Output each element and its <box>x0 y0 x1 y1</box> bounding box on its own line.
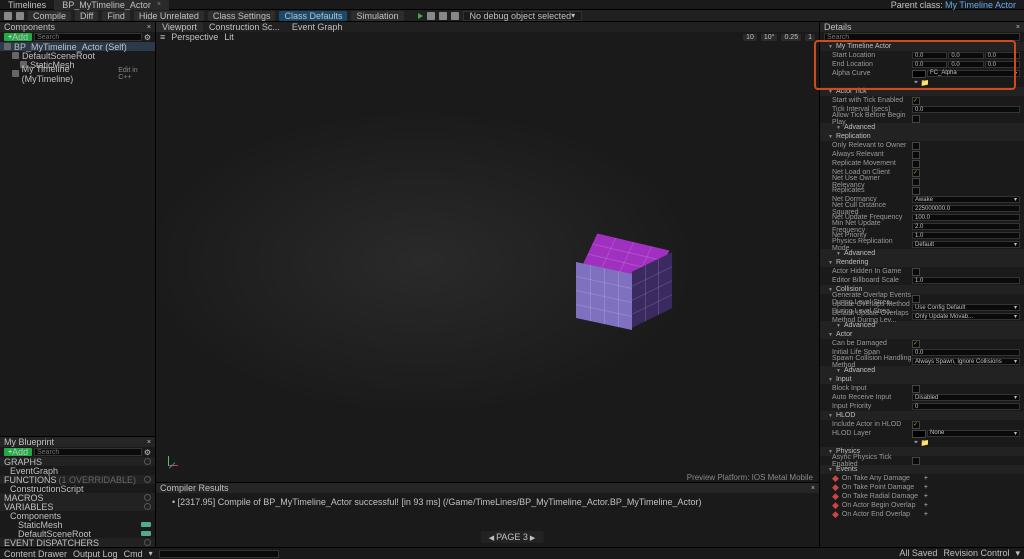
bp-search[interactable] <box>34 448 142 456</box>
class-settings-button[interactable]: Class Settings <box>208 11 276 21</box>
section-rendering[interactable]: Rendering <box>820 258 1024 267</box>
page-nav[interactable]: ◀ PAGE 3 ▶ <box>481 531 544 543</box>
preview-platform-label: Preview Platform: IOS Metal Mobile <box>687 473 813 482</box>
scale-snap[interactable]: 0.25 <box>781 34 801 41</box>
details-body: My Timeline Actor Start Location0.00.00.… <box>820 42 1024 547</box>
section-events[interactable]: Events <box>820 465 1024 474</box>
parent-class: Parent class: My Timeline Actor <box>891 0 1024 10</box>
section-advanced-col[interactable]: Advanced <box>820 321 1024 330</box>
tab-bp-actor[interactable]: BP_MyTimeline_Actor× <box>54 0 169 10</box>
check-allow-tick[interactable] <box>912 115 920 123</box>
use-icon[interactable]: ⌖ <box>912 439 920 447</box>
section-input[interactable]: Input <box>820 375 1024 384</box>
add-event-button[interactable]: + <box>922 475 930 483</box>
add-event-button[interactable]: + <box>922 493 930 501</box>
content-drawer-button[interactable]: Content Drawer <box>4 549 67 559</box>
section-actor-tick[interactable]: Actor Tick <box>820 87 1024 96</box>
section-replication[interactable]: Replication <box>820 132 1024 141</box>
compiler-message: • [2317.95] Compile of BP_MyTimeline_Act… <box>164 497 811 507</box>
event-row: ◆On Take Point Damage+ <box>820 483 1024 492</box>
tree-default-root[interactable]: DefaultSceneRoot <box>0 51 155 60</box>
gear-icon[interactable]: ⚙ <box>144 448 151 457</box>
myblueprint-header: My Blueprint× <box>0 437 155 447</box>
window-tabs: Timelines BP_MyTimeline_Actor× Parent cl… <box>0 0 1024 10</box>
prop-end-location: End Location0.00.00.0 <box>820 60 1024 69</box>
components-tree: BP_MyTimeline_Actor (Self) DefaultSceneR… <box>0 42 155 436</box>
cube-mesh <box>576 242 656 322</box>
cat-dispatchers[interactable]: EVENT DISPATCHERS <box>0 538 155 547</box>
grid-snap[interactable]: 10 <box>743 34 757 41</box>
event-row: ◆On Take Radial Damage+ <box>820 492 1024 501</box>
section-hlod[interactable]: HLOD <box>820 411 1024 420</box>
viewport-subbar: ≡ Perspective Lit 10 10° 0.25 1 <box>156 32 819 42</box>
section-advanced-actor[interactable]: Advanced <box>820 366 1024 375</box>
debug-object-select[interactable]: No debug object selected ▾ <box>463 11 583 21</box>
step-icon[interactable] <box>439 12 447 20</box>
section-my-timeline-actor[interactable]: My Timeline Actor <box>820 42 1024 51</box>
close-icon[interactable]: × <box>811 485 815 492</box>
close-icon[interactable]: × <box>147 24 151 31</box>
event-row: ◆On Actor End Overlap+ <box>820 510 1024 519</box>
output-log-button[interactable]: Output Log <box>73 549 118 559</box>
angle-snap[interactable]: 10° <box>761 34 778 41</box>
camera-speed[interactable]: 1 <box>805 34 815 41</box>
browse-icon[interactable]: 📁 <box>921 439 929 447</box>
compile-button[interactable]: Compile <box>28 11 71 21</box>
tree-timeline[interactable]: My Timeline (MyTimeline)Edit in C++ <box>0 69 155 78</box>
add-event-button[interactable]: + <box>922 484 930 492</box>
tab-event-graph[interactable]: Event Graph <box>286 22 349 32</box>
check-start-tick[interactable] <box>912 97 920 105</box>
cmd-input[interactable] <box>159 550 279 558</box>
compiler-header: Compiler Results× <box>156 483 819 493</box>
class-defaults-button[interactable]: Class Defaults <box>279 11 347 21</box>
lit-dropdown[interactable]: Lit <box>224 32 234 42</box>
pause-icon[interactable] <box>427 12 435 20</box>
section-actor[interactable]: Actor <box>820 330 1024 339</box>
revision-control-button[interactable]: Revision Control <box>943 548 1009 559</box>
cmd-button[interactable]: Cmd <box>124 549 143 559</box>
browse-icon[interactable]: 📁 <box>921 79 929 87</box>
bottom-bar: Content Drawer Output Log Cmd ▾ All Save… <box>0 547 1024 559</box>
simulation-button[interactable]: Simulation <box>351 11 403 21</box>
details-header: Details× <box>820 22 1024 32</box>
all-saved-label: All Saved <box>899 548 937 559</box>
add-component-button[interactable]: + Add <box>4 33 32 41</box>
tab-viewport[interactable]: Viewport <box>156 22 203 32</box>
axes-gizmo <box>168 446 188 466</box>
diff-button[interactable]: Diff <box>75 11 98 21</box>
close-icon[interactable]: × <box>1016 24 1020 31</box>
add-event-button[interactable]: + <box>922 511 930 519</box>
stop-icon[interactable] <box>451 12 459 20</box>
event-row: ◆On Take Any Damage+ <box>820 474 1024 483</box>
close-icon[interactable]: × <box>157 1 161 8</box>
details-search[interactable] <box>824 33 1020 41</box>
tab-timelines[interactable]: Timelines <box>0 0 54 10</box>
play-icon[interactable] <box>418 13 423 19</box>
save-icon[interactable] <box>4 12 12 20</box>
tab-construction[interactable]: Construction Sc... <box>203 22 286 32</box>
add-event-button[interactable]: + <box>922 502 930 510</box>
viewport-3d[interactable]: Preview Platform: IOS Metal Mobile <box>156 42 819 482</box>
main-toolbar: Compile Diff Find Hide Unrelated Class S… <box>0 10 1024 22</box>
event-row: ◆On Actor Begin Overlap+ <box>820 501 1024 510</box>
perspective-dropdown[interactable]: Perspective <box>171 32 218 42</box>
section-advanced-tick[interactable]: Advanced <box>820 123 1024 132</box>
components-search[interactable] <box>34 33 142 41</box>
close-icon[interactable]: × <box>147 439 151 446</box>
hide-unrelated-button[interactable]: Hide Unrelated <box>134 11 204 21</box>
prop-alpha-curve: Alpha CurveFC_Alpha <box>820 69 1024 78</box>
find-button[interactable]: Find <box>102 11 130 21</box>
prop-start-location: Start Location0.00.00.0 <box>820 51 1024 60</box>
components-panel-header: Components× <box>0 22 155 32</box>
use-icon[interactable]: ⌖ <box>912 79 920 87</box>
browse-icon[interactable] <box>16 12 24 20</box>
curve-thumbnail[interactable] <box>912 70 926 78</box>
add-bp-button[interactable]: + Add <box>4 448 32 456</box>
viewport-tabs: Viewport Construction Sc... Event Graph <box>156 22 819 32</box>
section-advanced-rep[interactable]: Advanced <box>820 249 1024 258</box>
gear-icon[interactable]: ⚙ <box>144 33 151 42</box>
